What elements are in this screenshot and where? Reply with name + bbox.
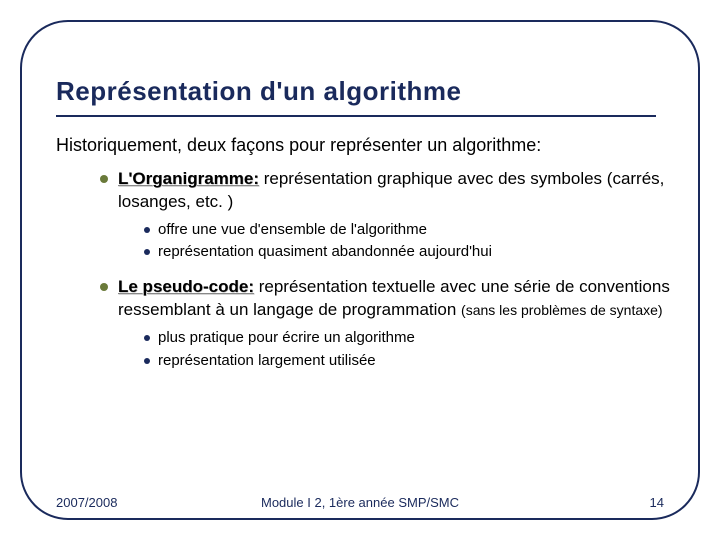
- sub-text: plus pratique pour écrire un algorithme: [158, 328, 415, 348]
- term-label: L'Organigramme:: [118, 169, 259, 188]
- bullet-organigramme: L'Organigramme: représentation graphique…: [100, 168, 680, 262]
- bullet-icon: [100, 283, 108, 291]
- sub-text: offre une vue d'ensemble de l'algorithme: [158, 220, 427, 240]
- item-text: L'Organigramme: représentation graphique…: [118, 168, 680, 214]
- footer-year: 2007/2008: [56, 495, 117, 510]
- item-text: Le pseudo-code: représentation textuelle…: [118, 276, 680, 322]
- sub-text: représentation largement utilisée: [158, 351, 376, 371]
- bullet-icon: [144, 335, 150, 341]
- term-label: Le pseudo-code:: [118, 277, 254, 296]
- list-item: représentation largement utilisée: [144, 351, 680, 371]
- bullet-icon: [144, 249, 150, 255]
- slide-footer: 2007/2008 Module I 2, 1ère année SMP/SMC…: [0, 495, 720, 510]
- slide-content: Représentation d'un algorithme Historiqu…: [56, 76, 680, 385]
- bullet-icon: [144, 227, 150, 233]
- bullet-icon: [144, 358, 150, 364]
- page-number: 14: [650, 495, 664, 510]
- sub-list: plus pratique pour écrire un algorithme …: [144, 328, 680, 371]
- sub-list: offre une vue d'ensemble de l'algorithme…: [144, 220, 680, 263]
- bullet-icon: [100, 175, 108, 183]
- intro-text: Historiquement, deux façons pour représe…: [56, 135, 680, 156]
- list-item: offre une vue d'ensemble de l'algorithme: [144, 220, 680, 240]
- bullet-pseudocode: Le pseudo-code: représentation textuelle…: [100, 276, 680, 370]
- list-item: L'Organigramme: représentation graphique…: [100, 168, 680, 214]
- slide-title: Représentation d'un algorithme: [56, 76, 656, 117]
- list-item: plus pratique pour écrire un algorithme: [144, 328, 680, 348]
- list-item: représentation quasiment abandonnée aujo…: [144, 242, 680, 262]
- item-desc-small: (sans les problèmes de syntaxe): [461, 302, 663, 318]
- list-item: Le pseudo-code: représentation textuelle…: [100, 276, 680, 322]
- slide: Représentation d'un algorithme Historiqu…: [0, 0, 720, 540]
- sub-text: représentation quasiment abandonnée aujo…: [158, 242, 492, 262]
